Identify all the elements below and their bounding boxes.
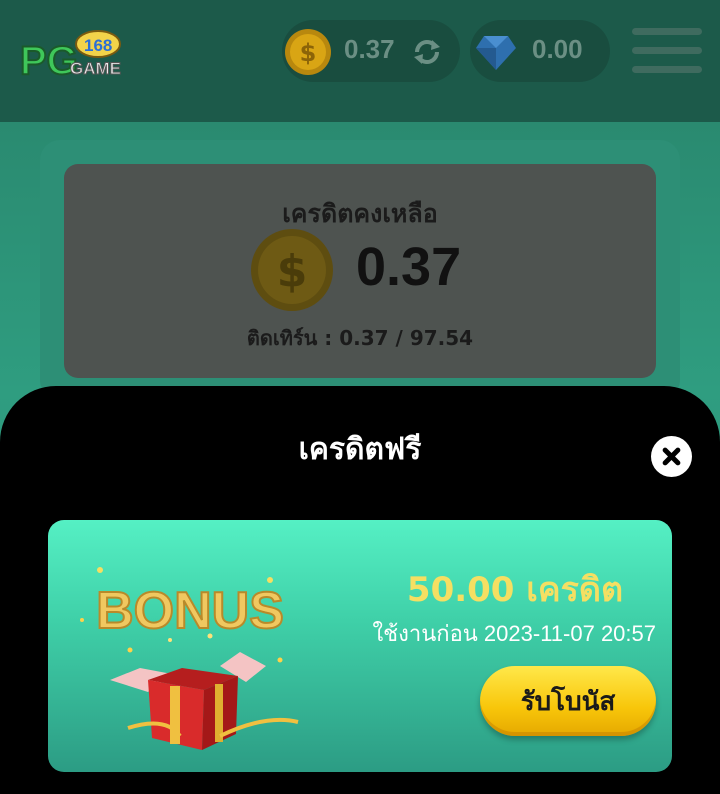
balance-title: เครดิตคงเหลือ (282, 199, 438, 228)
diamond-icon (474, 32, 518, 72)
svg-text:BONUS: BONUS (96, 582, 284, 640)
gem-balance-value: 0.00 (532, 34, 583, 64)
free-credit-sheet: เครดิตฟรี BONUS 50.00 เครดิต ใช้งานก่อน … (0, 386, 720, 794)
coin-balance-value: 0.37 (344, 34, 395, 64)
balance-card: เครดิตคงเหลือ $ 0.37 ติดเทิร์น : 0.37 / … (64, 164, 656, 378)
balance-value: 0.37 (356, 237, 462, 297)
claim-bonus-button[interactable]: รับโบนัส (480, 666, 656, 736)
bonus-amount: 50.00 เครดิต (406, 570, 624, 610)
svg-text:$: $ (277, 246, 308, 297)
gem-balance-pill: 0.00 (470, 20, 610, 82)
bonus-gift-icon: BONUS (70, 540, 310, 752)
close-button[interactable] (651, 436, 692, 477)
app-header: PG 168 GAME $ 0.37 0.00 (0, 0, 720, 122)
svg-text:GAME: GAME (70, 59, 121, 78)
hamburger-menu-icon[interactable] (632, 28, 702, 78)
sheet-title: เครดิตฟรี (298, 432, 422, 467)
coin-balance-pill: $ 0.37 (282, 20, 460, 82)
coin-icon: $ (284, 28, 332, 76)
brand-logo[interactable]: PG 168 GAME (18, 22, 136, 84)
refresh-icon[interactable] (412, 38, 442, 66)
bonus-card: BONUS 50.00 เครดิต ใช้งานก่อน 2023-11-07… (48, 520, 672, 772)
turnover-text: ติดเทิร์น : 0.37 / 97.54 (246, 326, 474, 350)
svg-text:$: $ (300, 39, 317, 67)
bonus-expiry: ใช้งานก่อน 2023-11-07 20:57 (372, 621, 656, 646)
coin-icon: $ (250, 228, 334, 312)
svg-text:168: 168 (84, 36, 112, 55)
